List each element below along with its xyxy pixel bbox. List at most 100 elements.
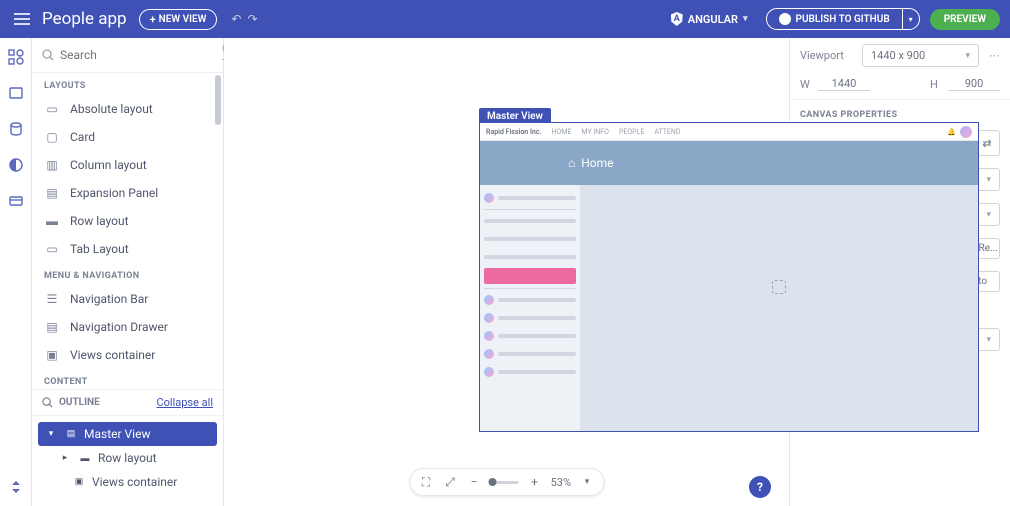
undo-redo-group: ↶ ↷	[231, 12, 257, 26]
row-icon: ▬	[44, 213, 60, 229]
artboard-hero-title: Home	[581, 156, 613, 170]
fit-screen-icon[interactable]: ⛶	[418, 474, 434, 490]
fullscreen-icon[interactable]: ⤢	[442, 474, 458, 490]
viewport-label: Viewport	[800, 49, 852, 62]
artboard-nav-item: ATTEND	[654, 128, 680, 136]
artboard-topbar: Rapid Fission Inc. HOME MY INFO PEOPLE A…	[480, 123, 978, 141]
toolbox-item-views-container[interactable]: ▣Views container	[32, 341, 223, 369]
section-canvas-properties: CANVAS PROPERTIES	[790, 100, 1010, 124]
zoom-out-button[interactable]: −	[466, 474, 482, 490]
redo-icon[interactable]: ↷	[247, 12, 257, 26]
zoom-in-button[interactable]: +	[527, 474, 543, 490]
artboard-nav-item: HOME	[552, 128, 572, 136]
avatar	[960, 126, 972, 138]
search-icon[interactable]	[42, 397, 53, 408]
publish-button-group: PUBLISH TO GITHUB ▾	[766, 8, 920, 30]
panel-icon: ▤	[44, 185, 60, 201]
toolbox-item-expansion-panel[interactable]: ▤Expansion Panel	[32, 179, 223, 207]
outline-node-master-view[interactable]: ▾ ▤ Master View	[38, 422, 217, 446]
zoom-slider[interactable]	[490, 481, 519, 484]
publish-dropdown[interactable]: ▾	[902, 9, 919, 29]
category-title: MENU & NAVIGATION	[32, 263, 223, 285]
chevron-down-icon: ▾	[965, 51, 970, 61]
data-icon[interactable]	[7, 120, 25, 138]
settings-icon[interactable]	[7, 192, 25, 210]
height-label: H	[930, 78, 942, 91]
toolbox-item-card[interactable]: ▢Card	[32, 123, 223, 151]
app-body: Ctrl + E LAYOUTS ▭Absolute layout ▢Card …	[0, 38, 1010, 506]
left-rail	[0, 38, 32, 506]
toolbox-item-navigation-drawer[interactable]: ▤Navigation Drawer	[32, 313, 223, 341]
angular-icon	[671, 12, 683, 26]
bell-icon: 🔔	[947, 128, 956, 136]
zoom-dropdown[interactable]: ▾	[579, 474, 595, 490]
more-icon[interactable]: ⋯	[989, 49, 1000, 62]
artboard-main	[580, 185, 978, 431]
zoom-toolbar: ⛶ ⤢ − + 53% ▾	[409, 468, 604, 496]
outline-title: OUTLINE	[42, 397, 100, 408]
views-icon[interactable]	[7, 84, 25, 102]
app-header: People app + NEW VIEW ↶ ↷ ANGULAR ▾ PUBL…	[0, 0, 1010, 38]
framework-selector[interactable]: ANGULAR ▾	[671, 12, 748, 26]
undo-icon[interactable]: ↶	[231, 12, 241, 26]
chevron-down-icon: ▾	[986, 175, 991, 185]
toolbox-item-navigation-bar[interactable]: ☰Navigation Bar	[32, 285, 223, 313]
category-title: CONTENT	[32, 369, 223, 389]
theme-icon[interactable]	[7, 156, 25, 174]
container-icon: ▣	[72, 475, 86, 489]
outline-node-views-container[interactable]: ▣ Views container	[66, 470, 217, 494]
tab-icon: ▭	[44, 241, 60, 257]
toolbox-item-tab-layout[interactable]: ▭Tab Layout	[32, 235, 223, 263]
artboard[interactable]: Rapid Fission Inc. HOME MY INFO PEOPLE A…	[479, 122, 979, 432]
search-icon	[42, 49, 54, 61]
artboard-brand: Rapid Fission Inc.	[486, 128, 542, 136]
search-input[interactable]	[60, 48, 216, 62]
collapse-all-link[interactable]: Collapse all	[156, 396, 213, 409]
toolbox-search[interactable]: Ctrl + E	[32, 38, 223, 73]
artboard-sidebar	[480, 185, 580, 431]
chevron-down-icon[interactable]: ▾	[44, 427, 58, 441]
height-input[interactable]	[948, 77, 1000, 91]
zoom-slider-thumb[interactable]	[489, 478, 497, 486]
hamburger-icon[interactable]	[10, 7, 34, 31]
design-canvas[interactable]: Master View Rapid Fission Inc. HOME MY I…	[224, 38, 790, 506]
width-label: W	[800, 78, 812, 91]
outline-node-row-layout[interactable]: ▸ ▬ Row layout	[52, 446, 217, 470]
chevron-down-icon: ▾	[743, 14, 748, 24]
help-button[interactable]: ?	[749, 476, 771, 498]
view-icon: ▤	[64, 427, 78, 441]
drawer-icon: ▤	[44, 319, 60, 335]
toolbox-item-column-layout[interactable]: ▥Column layout	[32, 151, 223, 179]
layout-icon: ▭	[44, 101, 60, 117]
plus-icon: +	[150, 13, 156, 26]
publish-label: PUBLISH TO GITHUB	[796, 14, 890, 25]
preview-button[interactable]: PREVIEW	[930, 9, 1000, 30]
artboard-nav-item: MY INFO	[581, 128, 609, 136]
new-view-label: NEW VIEW	[159, 14, 207, 25]
artboard-body	[480, 185, 978, 431]
toolbox-panel: Ctrl + E LAYOUTS ▭Absolute layout ▢Card …	[32, 38, 224, 506]
row-icon: ▬	[78, 451, 92, 465]
toolbox-item-absolute-layout[interactable]: ▭Absolute layout	[32, 95, 223, 123]
outline-tree: ▾ ▤ Master View ▸ ▬ Row layout ▣ Views c…	[32, 416, 223, 506]
toolbox-item-row-layout[interactable]: ▬Row layout	[32, 207, 223, 235]
card-icon: ▢	[44, 129, 60, 145]
viewport-select[interactable]: 1440 x 900 ▾	[862, 44, 979, 67]
width-input[interactable]	[818, 77, 870, 91]
publish-button[interactable]: PUBLISH TO GITHUB	[767, 9, 902, 29]
container-icon: ▣	[44, 347, 60, 363]
expand-icon[interactable]	[7, 478, 25, 496]
new-view-button[interactable]: + NEW VIEW	[139, 9, 218, 30]
home-icon: ⌂	[568, 156, 575, 170]
chevron-right-icon[interactable]: ▸	[58, 451, 72, 465]
column-icon: ▥	[44, 157, 60, 173]
chevron-down-icon: ▾	[986, 335, 991, 345]
zoom-percent: 53%	[551, 476, 571, 489]
framework-label: ANGULAR	[688, 13, 738, 26]
viewport-row: Viewport 1440 x 900 ▾ ⋯	[790, 38, 1010, 73]
navbar-icon: ☰	[44, 291, 60, 307]
outline-header: OUTLINE Collapse all	[32, 389, 223, 416]
toolbox-list[interactable]: LAYOUTS ▭Absolute layout ▢Card ▥Column l…	[32, 73, 223, 389]
components-icon[interactable]	[7, 48, 25, 66]
dimensions-row: W H	[790, 73, 1010, 100]
